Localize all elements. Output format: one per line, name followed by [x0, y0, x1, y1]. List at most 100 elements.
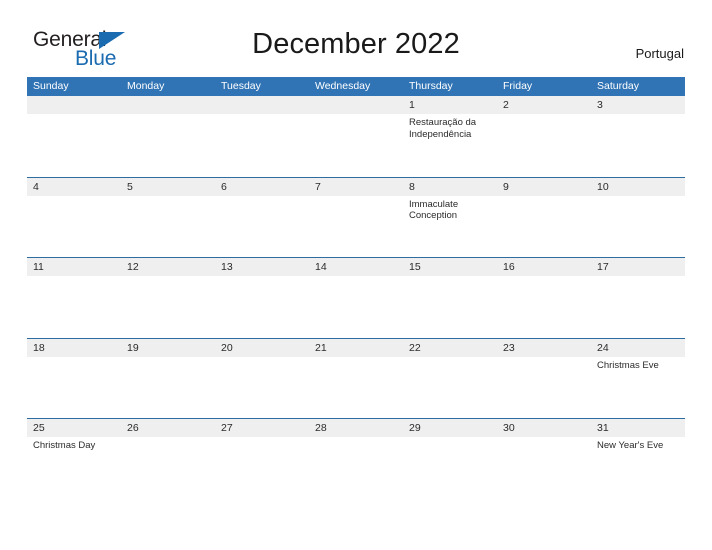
week-cells: 11 12 13 14 15 16 17 [27, 258, 685, 338]
day-number [315, 96, 403, 114]
calendar-day-cell[interactable]: 28 [309, 419, 403, 499]
calendar-day-cell[interactable]: 6 [215, 178, 309, 258]
day-number: 18 [33, 341, 45, 354]
day-number: 25 [33, 422, 45, 434]
calendar-day-cell[interactable]: 25 Christmas Day [27, 419, 121, 499]
day-number: 13 [221, 261, 233, 273]
country-label: Portugal [635, 46, 684, 61]
calendar-day-cell[interactable]: 3 [591, 96, 685, 177]
day-number: 5 [127, 180, 133, 193]
calendar-day-cell[interactable]: 24 Christmas Eve [591, 339, 685, 419]
weekday-header-row: Sunday Monday Tuesday Wednesday Thursday… [27, 77, 685, 96]
day-events [221, 276, 309, 279]
calendar-day-cell[interactable]: 30 [497, 419, 591, 499]
calendar-day-cell[interactable]: 10 [591, 178, 685, 258]
calendar-day-cell[interactable]: 11 [27, 258, 121, 338]
weekday-header-thursday: Thursday [409, 80, 453, 92]
calendar-day-cell[interactable]: 31 New Year's Eve [591, 419, 685, 499]
day-events [597, 276, 685, 279]
calendar-grid: Sunday Monday Tuesday Wednesday Thursday… [27, 77, 685, 499]
calendar-day-cell[interactable]: 20 [215, 339, 309, 419]
calendar-day-cell[interactable]: 1 Restauração da Independência [403, 96, 497, 177]
day-events [315, 437, 403, 440]
day-number: 11 [33, 261, 44, 273]
day-events [127, 196, 215, 199]
calendar-day-cell[interactable]: 22 [403, 339, 497, 419]
weekday-header-friday: Friday [503, 80, 533, 92]
calendar-day-cell[interactable]: 16 [497, 258, 591, 338]
day-events [503, 357, 591, 360]
day-number: 10 [597, 180, 609, 193]
day-events [221, 437, 309, 440]
calendar-weeks: 1 Restauração da Independência 2 3 4 5 6 7 8 Imma… [27, 96, 685, 499]
day-events: New Year's Eve [597, 437, 685, 452]
calendar-day-cell[interactable] [215, 96, 309, 177]
day-events [33, 357, 121, 360]
day-events [503, 196, 591, 199]
weekday-header-monday: Monday [127, 80, 165, 92]
holiday-label: Christmas Eve [597, 359, 659, 371]
day-number: 7 [315, 180, 321, 193]
calendar-day-cell[interactable]: 29 [403, 419, 497, 499]
day-number: 19 [127, 341, 139, 354]
calendar-day-cell[interactable]: 19 [121, 339, 215, 419]
week-cells: 1 Restauração da Independência 2 3 [27, 96, 685, 177]
calendar-day-cell[interactable]: 4 [27, 178, 121, 258]
calendar-day-cell[interactable]: 12 [121, 258, 215, 338]
day-events [221, 357, 309, 360]
day-events [221, 196, 309, 199]
day-number: 23 [503, 341, 515, 354]
day-number: 9 [503, 180, 509, 193]
day-number: 8 [409, 180, 415, 193]
day-events: Immaculate Conception [409, 196, 497, 222]
day-events [503, 114, 591, 117]
calendar-day-cell[interactable]: 2 [497, 96, 591, 177]
calendar-day-cell[interactable]: 18 [27, 339, 121, 419]
page-header: General Blue December 2022 Portugal [0, 0, 712, 76]
day-events [315, 196, 403, 199]
calendar-day-cell[interactable]: 26 [121, 419, 215, 499]
day-events [33, 114, 121, 117]
day-number [221, 96, 309, 114]
calendar-day-cell[interactable] [121, 96, 215, 177]
day-number: 14 [315, 261, 327, 273]
holiday-label: New Year's Eve [597, 440, 664, 451]
day-events [315, 276, 403, 279]
calendar-day-cell[interactable]: 5 [121, 178, 215, 258]
day-number: 17 [597, 261, 609, 273]
calendar-day-cell[interactable]: 8 Immaculate Conception [403, 178, 497, 258]
day-number: 28 [315, 422, 327, 434]
calendar-day-cell[interactable]: 14 [309, 258, 403, 338]
day-events [33, 276, 121, 279]
calendar-day-cell[interactable]: 21 [309, 339, 403, 419]
day-number: 20 [221, 341, 233, 354]
day-number: 6 [221, 180, 227, 193]
day-events [127, 276, 215, 279]
calendar-day-cell[interactable]: 13 [215, 258, 309, 338]
day-events [127, 437, 215, 440]
day-number: 27 [221, 422, 233, 434]
calendar-day-cell[interactable]: 27 [215, 419, 309, 499]
weekday-header-saturday: Saturday [597, 80, 640, 92]
calendar-day-cell[interactable]: 17 [591, 258, 685, 338]
day-events [33, 196, 121, 199]
calendar-day-cell[interactable]: 9 [497, 178, 591, 258]
holiday-label: Immaculate Conception [409, 198, 459, 222]
day-number: 15 [409, 261, 421, 273]
calendar-day-cell[interactable] [309, 96, 403, 177]
calendar-day-cell[interactable]: 7 [309, 178, 403, 258]
calendar-day-cell[interactable] [27, 96, 121, 177]
day-number: 16 [503, 261, 515, 273]
calendar-day-cell[interactable]: 15 [403, 258, 497, 338]
day-events: Restauração da Independência [409, 114, 497, 140]
week-cells: 18 19 20 21 22 23 24 Christmas Eve [27, 339, 685, 419]
holiday-label: Christmas Day [33, 440, 96, 451]
day-events [315, 357, 403, 360]
day-number: 12 [127, 261, 139, 273]
page-title: December 2022 [252, 28, 460, 60]
day-events: Christmas Eve [597, 357, 685, 372]
day-number [33, 96, 121, 114]
day-events [127, 357, 215, 360]
calendar-day-cell[interactable]: 23 [497, 339, 591, 419]
calendar-week-row: 18 19 20 21 22 23 24 Christmas Eve [27, 337, 685, 419]
